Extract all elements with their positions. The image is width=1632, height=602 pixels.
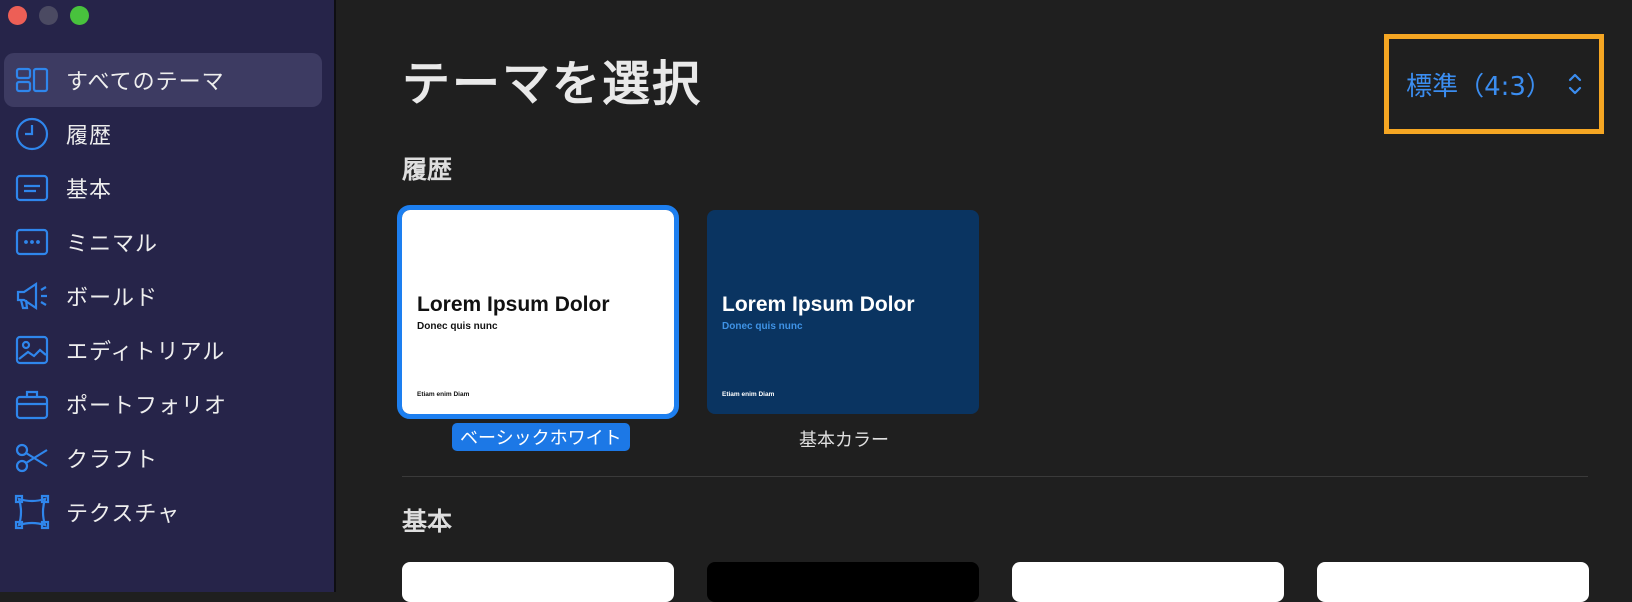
sidebar-item-craft[interactable]: クラフト [4, 431, 322, 485]
megaphone-icon [12, 276, 52, 316]
theme-chooser-main: テーマを選択 標準（4:3） 履歴 Lorem Ipsum Dolor Done… [336, 0, 1632, 602]
sidebar-item-label: ポートフォリオ [66, 394, 228, 419]
preview-footer: Etiam enim Diam [722, 391, 775, 398]
preview-subtitle: Donec quis nunc [722, 321, 803, 332]
sidebar-item-label: ボールド [66, 286, 159, 311]
sidebar-item-label: ミニマル [66, 232, 159, 257]
minimal-icon [12, 222, 52, 262]
preview-title: Lorem Ipsum Dolor [722, 293, 915, 316]
section-divider [402, 476, 1588, 477]
sidebar-item-basic[interactable]: 基本 [4, 161, 322, 215]
section-title-recent: 履歴 [402, 155, 453, 184]
section-title-basic: 基本 [402, 507, 453, 536]
basic-icon [12, 168, 52, 208]
sidebar-item-portfolio[interactable]: ポートフォリオ [4, 377, 322, 431]
sidebar-item-history[interactable]: 履歴 [4, 107, 322, 161]
clock-icon [12, 114, 52, 154]
texture-icon [12, 492, 52, 532]
theme-thumbnail[interactable] [1012, 562, 1284, 602]
sidebar: すべてのテーマ 履歴 基本 ミニマル ボールド エディトリアル ポートフォリオ … [0, 0, 336, 592]
sidebar-item-texture[interactable]: テクスチャ [4, 485, 322, 539]
preview-footer: Etiam enim Diam [417, 391, 470, 398]
theme-category-list: すべてのテーマ 履歴 基本 ミニマル ボールド エディトリアル ポートフォリオ … [4, 53, 322, 539]
theme-thumbnail[interactable] [402, 562, 674, 602]
sidebar-item-label: すべてのテーマ [66, 70, 225, 95]
zoom-window-button[interactable] [70, 6, 89, 25]
sidebar-item-bold[interactable]: ボールド [4, 269, 322, 323]
sidebar-item-editorial[interactable]: エディトリアル [4, 323, 322, 377]
theme-thumbnail[interactable] [1317, 562, 1589, 602]
sidebar-item-minimal[interactable]: ミニマル [4, 215, 322, 269]
theme-name-basic-color[interactable]: 基本カラー [799, 426, 889, 452]
slide-size-value: 標準（4:3） [1406, 71, 1552, 102]
theme-thumbnail-basic-white[interactable]: Lorem Ipsum Dolor Donec quis nunc Etiam … [397, 205, 679, 419]
page-title: テーマを選択 [402, 56, 703, 112]
chevron-up-down-icon [1568, 71, 1582, 97]
close-window-button[interactable] [8, 6, 27, 25]
sidebar-item-label: 基本 [66, 178, 113, 203]
all-themes-icon [12, 60, 52, 100]
sidebar-item-label: テクスチャ [66, 502, 181, 527]
sidebar-item-label: エディトリアル [66, 340, 226, 365]
slide-size-select[interactable]: 標準（4:3） [1384, 34, 1604, 134]
minimize-window-button[interactable] [39, 6, 58, 25]
sidebar-item-label: クラフト [66, 448, 159, 473]
image-icon [12, 330, 52, 370]
sidebar-item-label: 履歴 [66, 124, 113, 149]
theme-thumbnail-basic-color[interactable]: Lorem Ipsum Dolor Donec quis nunc Etiam … [707, 210, 979, 414]
sidebar-item-all-themes[interactable]: すべてのテーマ [4, 53, 322, 107]
theme-thumbnail[interactable] [707, 562, 979, 602]
preview-subtitle: Donec quis nunc [417, 321, 498, 332]
briefcase-icon [12, 384, 52, 424]
window-controls [8, 6, 89, 25]
scissors-icon [12, 438, 52, 478]
preview-title: Lorem Ipsum Dolor [417, 293, 610, 316]
theme-name-basic-white[interactable]: ベーシックホワイト [452, 423, 630, 451]
